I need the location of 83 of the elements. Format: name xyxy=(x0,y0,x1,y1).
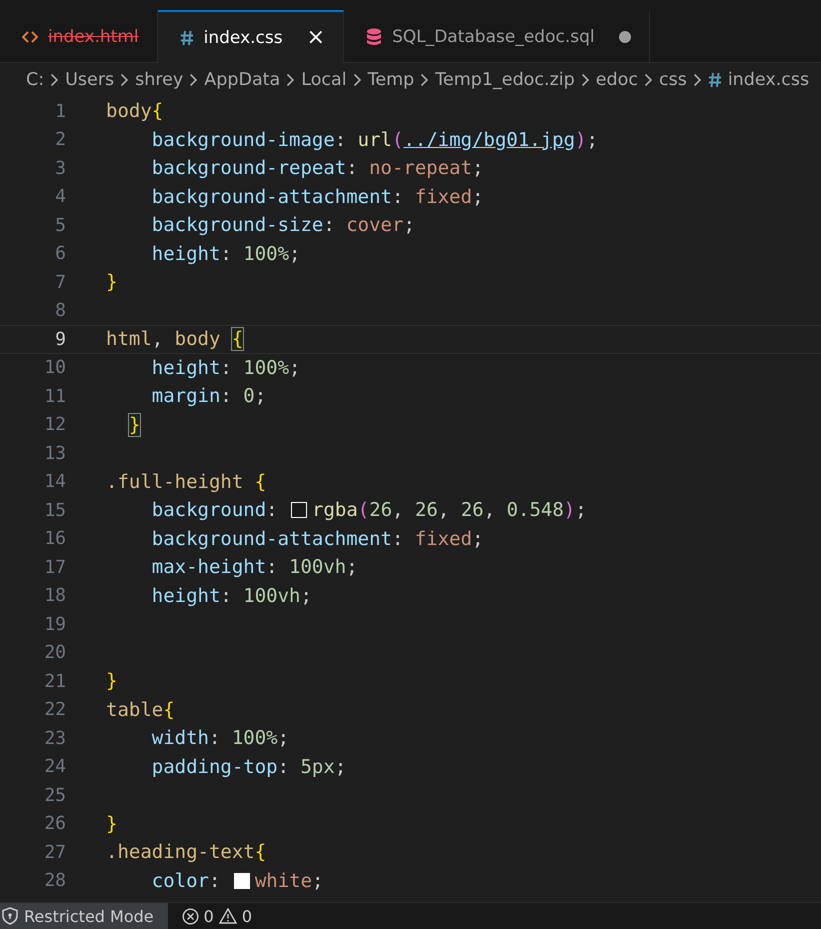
code-line: body{ xyxy=(106,100,164,122)
code-line: } xyxy=(106,670,118,692)
database-icon xyxy=(366,28,382,46)
code-line: margin: 0; xyxy=(150,385,266,408)
line-number: 19 xyxy=(43,614,66,635)
restricted-mode-button[interactable]: Restricted Mode xyxy=(0,903,168,929)
chevron-icon xyxy=(189,72,198,86)
breadcrumb-item[interactable]: Temp xyxy=(368,70,414,90)
code-line: } xyxy=(106,271,118,294)
chevron-icon xyxy=(692,72,702,86)
code-line: color: white; xyxy=(150,870,324,892)
close-icon[interactable]: × xyxy=(306,25,326,50)
line-number: 1 xyxy=(54,100,66,122)
line-number: 20 xyxy=(43,642,66,664)
code-line: width: 100%; xyxy=(150,727,290,750)
code-line: background-image: url(../img/bg01.jpg); xyxy=(150,128,598,151)
shield-icon xyxy=(2,907,18,925)
line-number: 12 xyxy=(43,414,66,436)
line-number: 6 xyxy=(54,243,66,264)
code-line: .heading-text{ xyxy=(106,841,266,864)
code-line: html, body { xyxy=(106,328,244,350)
breadcrumb-item[interactable]: Temp1_edoc.zip xyxy=(435,70,575,90)
code-line: height: 100%; xyxy=(150,356,300,379)
chevron-icon xyxy=(352,72,362,86)
line-number: 5 xyxy=(54,214,66,236)
line-number: 27 xyxy=(43,842,66,863)
line-number: 13 xyxy=(43,442,66,464)
code-line: .full-height { xyxy=(106,470,266,493)
code-line: height: 100vh; xyxy=(150,584,312,607)
chevron-icon xyxy=(644,72,653,86)
code-line: background-repeat: no-repeat; xyxy=(150,157,484,180)
breadcrumb-item[interactable]: AppData xyxy=(204,70,280,90)
breadcrumb-item[interactable]: edoc xyxy=(596,70,638,90)
error-icon xyxy=(182,908,199,924)
line-number: 8 xyxy=(54,300,66,322)
breadcrumb-item[interactable]: C: xyxy=(26,70,44,90)
code-line: padding-top: 5px; xyxy=(150,756,346,778)
code-line: max-height: 100vh; xyxy=(150,556,358,578)
color-swatch[interactable] xyxy=(291,502,308,518)
code-line: table{ xyxy=(106,698,175,721)
code-line: height: 100%; xyxy=(150,242,300,265)
line-number: 2 xyxy=(54,129,66,150)
breadcrumb-item[interactable]: Users xyxy=(65,70,114,90)
line-number: 17 xyxy=(43,556,66,578)
breadcrumb-item[interactable]: Local xyxy=(301,70,347,90)
line-number: 4 xyxy=(54,186,66,208)
code-line: background-attachment: fixed; xyxy=(150,186,484,208)
chevron-icon xyxy=(420,72,430,86)
hash-icon xyxy=(708,72,722,88)
line-number: 9 xyxy=(54,328,66,350)
line-number: 7 xyxy=(54,272,66,293)
line-number: 22 xyxy=(43,699,66,720)
warning-icon xyxy=(218,908,237,924)
line-number: 16 xyxy=(43,528,66,550)
breadcrumb-item[interactable]: index.css xyxy=(728,70,810,90)
unsaved-dot-icon xyxy=(618,31,631,43)
chevron-icon xyxy=(50,72,60,86)
chevron-icon xyxy=(580,72,590,86)
line-number: 24 xyxy=(43,756,66,778)
line-number: 3 xyxy=(54,158,66,179)
color-swatch[interactable] xyxy=(234,872,250,889)
problems-button[interactable]: 0 0 xyxy=(182,906,252,926)
chevron-icon xyxy=(120,72,130,86)
code-line: background-size: cover; xyxy=(150,214,415,236)
code-line: } xyxy=(106,812,118,835)
editor-tab[interactable]: index.css × xyxy=(158,10,344,63)
line-number: 11 xyxy=(43,386,66,407)
line-number: 25 xyxy=(43,784,66,806)
line-number: 18 xyxy=(43,585,66,606)
breadcrumb-item[interactable]: shrey xyxy=(135,70,184,90)
line-number: 15 xyxy=(43,500,66,521)
line-number: 21 xyxy=(43,670,66,692)
line-number: 10 xyxy=(43,357,66,378)
line-number: 23 xyxy=(43,728,66,749)
line-number: 28 xyxy=(43,870,66,892)
hash-icon xyxy=(180,30,194,46)
line-number: 14 xyxy=(43,471,66,492)
chevron-icon xyxy=(286,72,296,86)
code-icon xyxy=(22,30,38,44)
breadcrumb-item[interactable]: css xyxy=(658,70,687,90)
code-line: background-attachment: fixed; xyxy=(150,528,484,550)
code-line: background: rgba(26, 26, 26, 0.548); xyxy=(150,499,587,522)
line-number: 26 xyxy=(43,813,66,834)
